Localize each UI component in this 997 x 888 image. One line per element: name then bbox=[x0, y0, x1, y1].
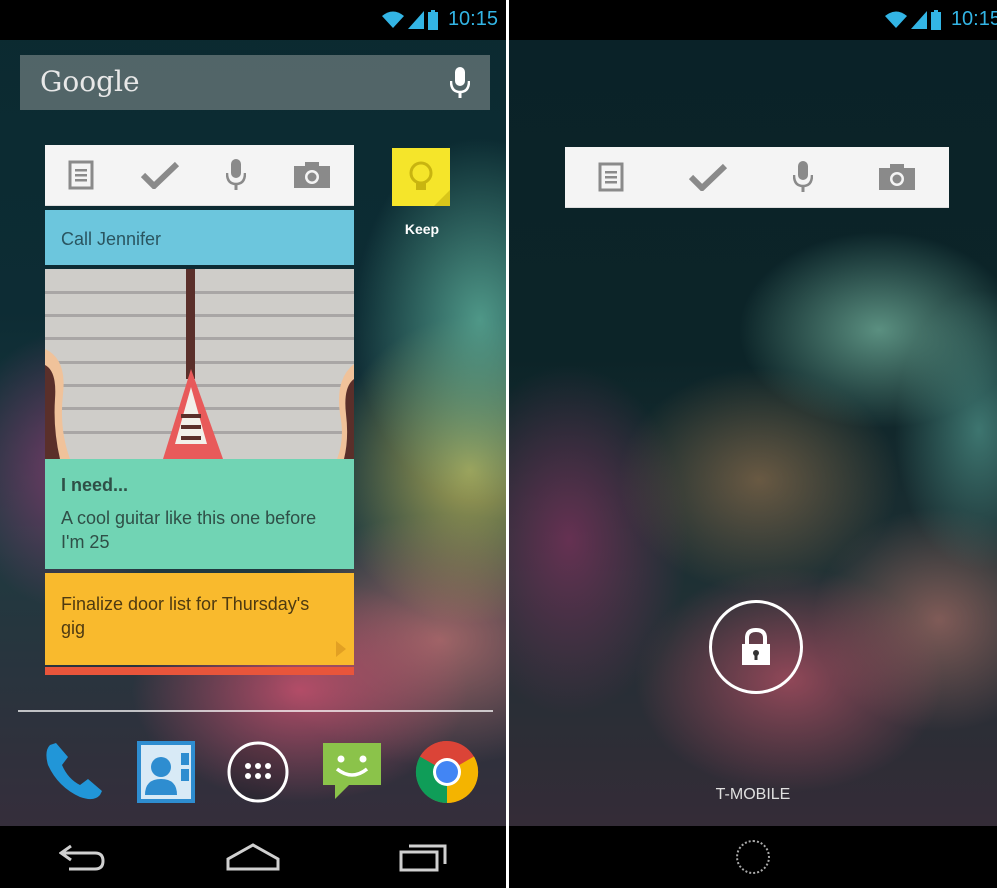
camera-icon[interactable] bbox=[878, 163, 916, 191]
keep-app-shortcut[interactable]: Keep bbox=[392, 148, 452, 237]
checkmark-icon[interactable] bbox=[141, 161, 180, 189]
keep-notes-list: Call Jennifer I need... A cool guitar li… bbox=[45, 210, 354, 675]
chrome-icon[interactable] bbox=[414, 739, 480, 805]
loading-ring-icon bbox=[736, 840, 770, 874]
wifi-icon bbox=[381, 11, 404, 28]
google-search-bar[interactable]: Google bbox=[20, 55, 490, 110]
battery-icon bbox=[427, 9, 438, 30]
unlock-button[interactable] bbox=[709, 600, 803, 694]
lock-screen: 10:15 T-MOBILE bbox=[509, 0, 997, 888]
note-call-jennifer[interactable]: Call Jennifer bbox=[45, 210, 354, 265]
note-text: Finalize door list for Thursday's gig bbox=[61, 594, 310, 638]
battery-icon bbox=[930, 9, 941, 30]
camera-icon[interactable] bbox=[293, 161, 331, 189]
dock bbox=[40, 732, 480, 812]
keep-lockscreen-widget bbox=[565, 147, 949, 208]
recents-icon[interactable] bbox=[399, 842, 447, 872]
keep-label: Keep bbox=[404, 221, 440, 237]
lock-icon bbox=[742, 627, 770, 665]
navigation-bar bbox=[509, 826, 997, 888]
carrier-label: T-MOBILE bbox=[715, 786, 791, 803]
back-icon[interactable] bbox=[59, 842, 107, 872]
expand-arrow-icon[interactable] bbox=[336, 641, 346, 657]
note-title: I need... bbox=[61, 475, 129, 495]
guitar-illustration bbox=[45, 269, 354, 459]
note-icon[interactable] bbox=[598, 162, 624, 192]
signal-icon bbox=[407, 10, 424, 29]
status-bar: 10:15 bbox=[0, 0, 506, 40]
keep-icon bbox=[392, 148, 450, 206]
phone-icon[interactable] bbox=[40, 739, 106, 805]
keep-widget-toolbar bbox=[45, 145, 354, 206]
wallpaper bbox=[509, 0, 997, 888]
wifi-icon bbox=[884, 11, 907, 28]
note-stack-edge bbox=[45, 667, 354, 675]
checkmark-icon[interactable] bbox=[689, 163, 728, 191]
guitar-image[interactable] bbox=[45, 269, 354, 459]
app-drawer-icon[interactable] bbox=[226, 740, 290, 804]
mic-icon[interactable] bbox=[450, 67, 470, 99]
note-icon[interactable] bbox=[68, 160, 94, 190]
mic-icon[interactable] bbox=[225, 159, 246, 191]
note-i-need[interactable]: I need... A cool guitar like this one be… bbox=[45, 459, 354, 569]
clock: 10:15 bbox=[447, 8, 498, 30]
navigation-bar bbox=[0, 826, 506, 888]
dock-divider bbox=[18, 710, 493, 712]
mic-icon[interactable] bbox=[792, 161, 813, 193]
clock: 10:15 bbox=[950, 8, 997, 30]
note-text: Call Jennifer bbox=[61, 229, 162, 249]
home-icon[interactable] bbox=[226, 843, 280, 871]
note-door-list[interactable]: Finalize door list for Thursday's gig bbox=[45, 573, 354, 665]
google-logo: Google bbox=[40, 65, 140, 98]
home-screen: 10:15 Google Call Jennifer I need... A c… bbox=[0, 0, 506, 888]
signal-icon bbox=[910, 10, 927, 29]
note-text: A cool guitar like this one before I'm 2… bbox=[61, 508, 317, 552]
messaging-icon[interactable] bbox=[319, 739, 385, 805]
contacts-icon[interactable] bbox=[135, 739, 197, 805]
status-bar: 10:15 bbox=[509, 0, 997, 40]
